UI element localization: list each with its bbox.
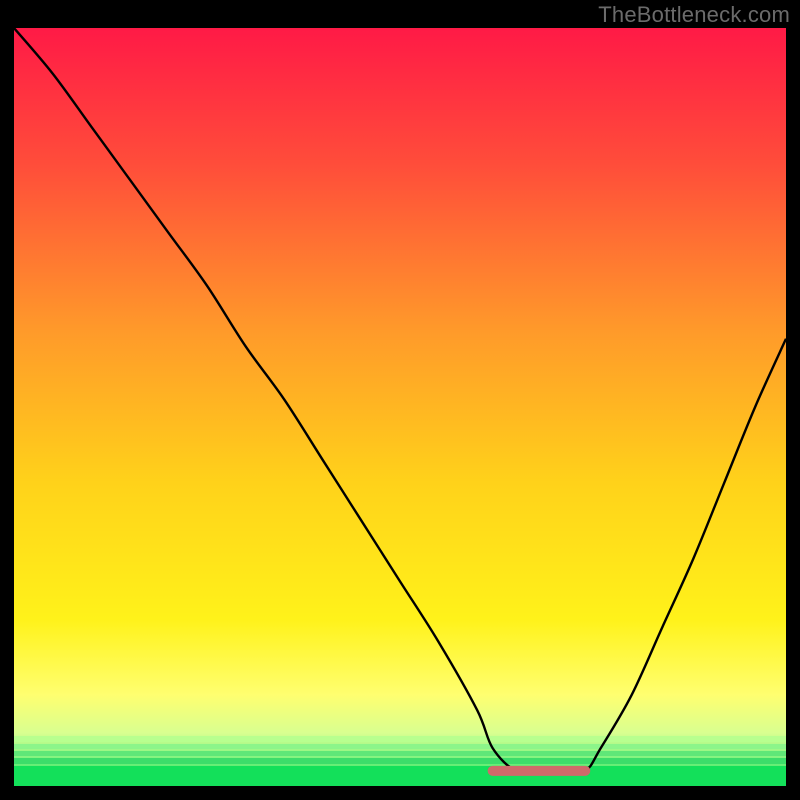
watermark-text: TheBottleneck.com [598,2,790,28]
bottleneck-curve [14,28,786,786]
plot-area [14,28,786,786]
